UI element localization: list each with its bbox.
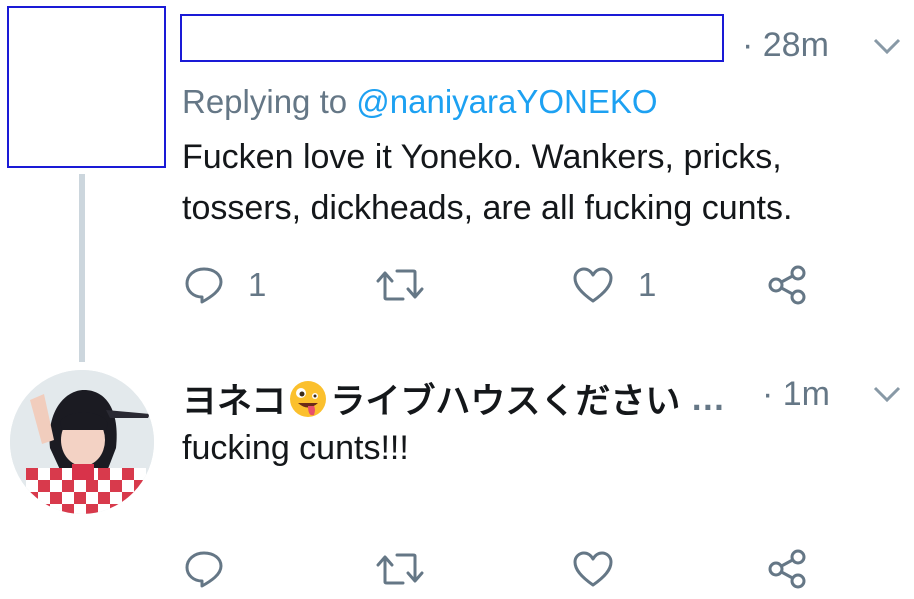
tweet-1-text-line-1: Fucken love it Yoneko. Wankers, pricks, <box>182 138 782 176</box>
replying-to-line: Replying to @naniyaraYONEKO <box>182 83 658 121</box>
replying-to-label: Replying to <box>182 83 357 120</box>
reply-button[interactable]: 1 <box>184 266 266 304</box>
tweet-2-timestamp: · 1m <box>762 375 830 413</box>
retweet-arrows-icon <box>376 269 424 301</box>
tweet-2-text: fucking cunts!!! <box>182 429 409 467</box>
heart-icon <box>573 267 613 303</box>
redacted-display-name[interactable] <box>180 14 724 62</box>
display-name[interactable]: ヨネコ ライブハウスください … <box>182 373 725 424</box>
like-button[interactable] <box>572 550 614 588</box>
redacted-avatar[interactable] <box>7 6 166 168</box>
reply-bubble-icon <box>185 551 223 588</box>
share-nodes-icon <box>768 549 806 589</box>
reply-bubble-icon <box>185 267 223 304</box>
chevron-down-icon[interactable] <box>872 384 902 404</box>
reply-mention-link[interactable]: @naniyaraYONEKO <box>356 83 657 120</box>
chevron-down-icon[interactable] <box>872 36 902 56</box>
share-nodes-icon <box>768 265 806 305</box>
avatar[interactable] <box>10 370 154 514</box>
heart-icon <box>573 551 613 587</box>
display-name-part-1: ヨネコ <box>182 382 287 421</box>
tweet-1-timestamp: · 28m <box>742 26 829 64</box>
reply-button[interactable] <box>184 550 224 588</box>
display-name-part-2: ライブハウスください <box>330 382 681 421</box>
name-ellipsis: … <box>690 378 726 418</box>
tweet-1-text-line-2: tossers, dickheads, are all fucking cunt… <box>182 189 793 227</box>
retweet-arrows-icon <box>376 553 424 585</box>
retweet-button[interactable] <box>375 266 425 304</box>
retweet-button[interactable] <box>375 550 425 588</box>
thread-connector-line <box>79 174 85 362</box>
share-button[interactable] <box>766 548 808 590</box>
like-count: 1 <box>638 266 657 303</box>
reply-count: 1 <box>248 266 267 303</box>
like-button[interactable]: 1 <box>572 266 656 304</box>
zany-face-emoji-icon <box>290 380 327 417</box>
share-button[interactable] <box>766 264 808 306</box>
